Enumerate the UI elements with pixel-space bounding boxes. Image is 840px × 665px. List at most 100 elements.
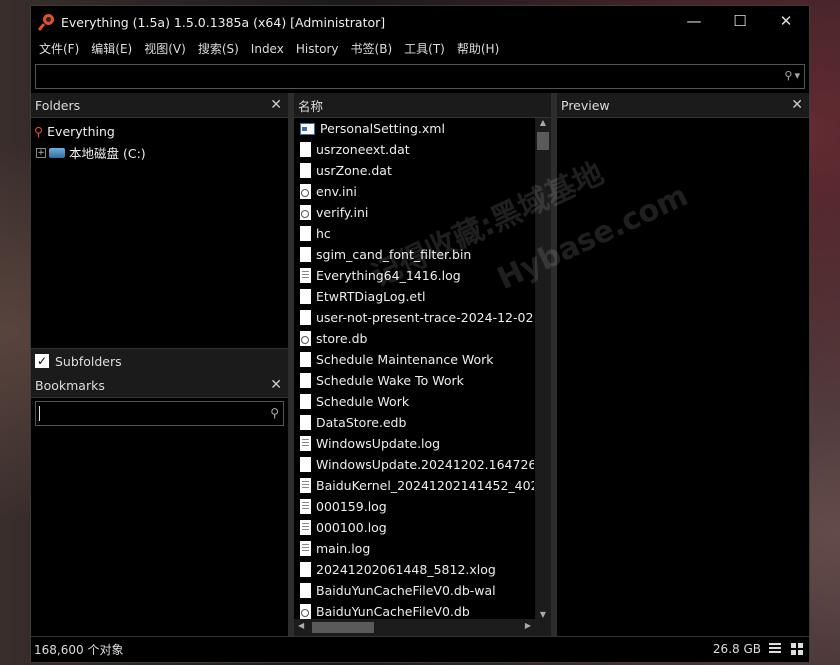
file-row[interactable]: BaiduKernel_20241202141452_402_1. — [294, 475, 534, 496]
panes-area: Folders ✕ ⚲ Everything + 本地磁盘 (C:) ✓ Sub… — [31, 93, 809, 636]
menu-index[interactable]: Index — [245, 38, 290, 60]
file-row[interactable]: 000100.log — [294, 517, 534, 538]
file-row[interactable]: user-not-present-trace-2024-12-02-1 — [294, 307, 534, 328]
file-icon — [300, 394, 311, 409]
object-count: 168,600 个对象 — [34, 643, 124, 657]
subfolders-checkbox[interactable]: ✓ — [35, 354, 49, 368]
scroll-left-icon[interactable]: ◀ — [298, 621, 304, 630]
menu-history[interactable]: History — [290, 38, 345, 60]
horizontal-scrollbar[interactable]: ◀ ▶ — [294, 619, 535, 636]
file-row[interactable]: 000159.log — [294, 496, 534, 517]
file-row[interactable]: Schedule Work — [294, 391, 534, 412]
file-icon — [300, 583, 311, 598]
file-icon — [300, 205, 311, 220]
file-icon — [300, 541, 311, 556]
file-icon — [300, 478, 311, 493]
file-row[interactable]: store.db — [294, 328, 534, 349]
scrollbar-thumb[interactable] — [537, 132, 549, 150]
preview-header: Preview ✕ — [557, 93, 809, 118]
file-name: 000159.log — [316, 499, 387, 514]
magnifier-icon — [37, 14, 55, 32]
bookmarks-search-input[interactable]: ⚲ — [35, 401, 284, 426]
folders-close-icon[interactable]: ✕ — [270, 97, 282, 113]
details-view-button[interactable] — [767, 641, 783, 657]
file-row[interactable]: sgim_cand_font_filter.bin — [294, 244, 534, 265]
scrollbar-thumb[interactable] — [312, 622, 374, 633]
file-row[interactable]: BaiduYunCacheFileV0.db-wal — [294, 580, 534, 601]
thumbnails-view-button[interactable] — [789, 641, 805, 657]
window-title: Everything (1.5a) 1.5.0.1385a (x64) [Adm… — [61, 14, 386, 30]
preview-column: Preview ✕ — [557, 93, 809, 636]
tree-item-everything[interactable]: ⚲ Everything — [31, 121, 288, 142]
column-header-name[interactable]: 名称 — [294, 93, 551, 118]
file-icon — [300, 604, 311, 619]
file-name: BaiduYunCacheFileV0.db-wal — [316, 583, 496, 598]
file-row[interactable]: Schedule Wake To Work — [294, 370, 534, 391]
file-name: 20241202061448_5812.xlog — [316, 562, 496, 577]
menu-search[interactable]: 搜索(S) — [192, 38, 245, 60]
tree-item-label: Everything — [47, 124, 115, 139]
vertical-scrollbar[interactable]: ▲ ▼ — [535, 118, 551, 619]
file-row[interactable]: Everything64_1416.log — [294, 265, 534, 286]
file-icon — [300, 436, 311, 451]
file-icon — [300, 163, 311, 178]
subfolders-toggle[interactable]: ✓ Subfolders — [31, 348, 288, 373]
file-name: WindowsUpdate.20241202.164726.44 — [316, 457, 534, 472]
menu-view[interactable]: 视图(V) — [138, 38, 192, 60]
menu-file[interactable]: 文件(F) — [33, 38, 85, 60]
file-icon — [300, 226, 311, 241]
file-row[interactable]: usrzoneext.dat — [294, 139, 534, 160]
file-row[interactable]: main.log — [294, 538, 534, 559]
file-icon — [300, 122, 315, 135]
minimize-button[interactable]: — — [671, 6, 717, 36]
file-icon — [300, 247, 311, 262]
file-name: store.db — [316, 331, 368, 346]
tree-item-drive-c[interactable]: + 本地磁盘 (C:) — [31, 142, 288, 163]
file-row[interactable]: WindowsUpdate.20241202.164726.44 — [294, 454, 534, 475]
menu-edit[interactable]: 编辑(E) — [85, 38, 138, 60]
bookmarks-header: Bookmarks ✕ — [31, 373, 288, 398]
scroll-up-icon[interactable]: ▲ — [535, 118, 551, 127]
menu-bookmarks[interactable]: 书签(B) — [345, 38, 399, 60]
file-name: DataStore.edb — [316, 415, 407, 430]
file-name: hc — [316, 226, 331, 241]
scroll-corner — [535, 619, 551, 636]
menu-tools[interactable]: 工具(T) — [398, 38, 451, 60]
file-row[interactable]: WindowsUpdate.log — [294, 433, 534, 454]
bookmarks-close-icon[interactable]: ✕ — [270, 377, 282, 393]
file-name: main.log — [316, 541, 371, 556]
file-row[interactable]: verify.ini — [294, 202, 534, 223]
search-icon[interactable]: ⚲ — [270, 406, 279, 420]
file-row[interactable]: 20241202061448_5812.xlog — [294, 559, 534, 580]
chevron-down-icon[interactable]: ▾ — [794, 69, 800, 82]
search-input[interactable]: ⚲ ▾ — [35, 64, 805, 89]
file-row[interactable]: env.ini — [294, 181, 534, 202]
file-icon — [300, 331, 311, 346]
file-row[interactable]: PersonalSetting.xml — [294, 118, 534, 139]
file-name: BaiduKernel_20241202141452_402_1. — [316, 478, 534, 493]
folders-title: Folders — [35, 97, 81, 113]
search-icon[interactable]: ⚲ — [784, 69, 792, 82]
status-bar: 168,600 个对象 26.8 GB — [31, 636, 809, 662]
file-row[interactable]: hc — [294, 223, 534, 244]
file-row[interactable]: usrZone.dat — [294, 160, 534, 181]
close-button[interactable]: ✕ — [763, 6, 809, 36]
file-icon — [300, 268, 311, 283]
file-icon — [300, 415, 311, 430]
menu-help[interactable]: 帮助(H) — [451, 38, 505, 60]
total-size: 26.8 GB — [712, 642, 761, 656]
folders-tree: ⚲ Everything + 本地磁盘 (C:) — [31, 118, 288, 348]
file-row[interactable]: EtwRTDiagLog.etl — [294, 286, 534, 307]
file-name: usrzoneext.dat — [316, 142, 410, 157]
file-row[interactable]: DataStore.edb — [294, 412, 534, 433]
text-caret — [39, 406, 40, 421]
scroll-right-icon[interactable]: ▶ — [525, 621, 531, 630]
file-row[interactable]: Schedule Maintenance Work — [294, 349, 534, 370]
file-list: PersonalSetting.xml usrzoneext.dat usrZone… — [294, 118, 551, 636]
title-bar[interactable]: Everything (1.5a) 1.5.0.1385a (x64) [Adm… — [31, 6, 809, 38]
maximize-button[interactable]: ☐ — [717, 6, 763, 36]
file-name: Schedule Work — [316, 394, 410, 409]
scroll-down-icon[interactable]: ▼ — [535, 610, 551, 619]
expand-icon[interactable]: + — [36, 147, 46, 158]
preview-close-icon[interactable]: ✕ — [791, 97, 803, 113]
